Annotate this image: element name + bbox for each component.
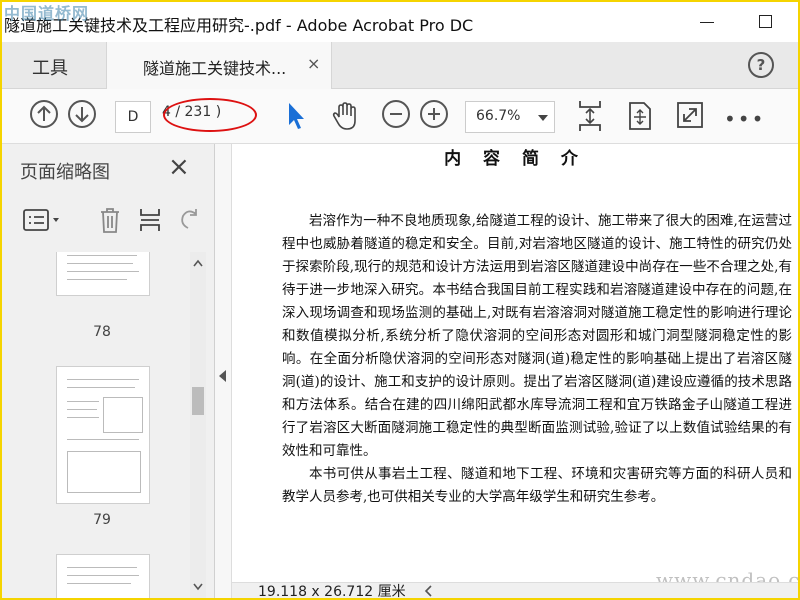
arrow-up-icon [37, 105, 51, 121]
document-body: 岩溶作为一种不良地质现象,给隧道工程的设计、施工带来了很大的困难,在运营过程中也… [282, 210, 792, 509]
tab-document-label: 隧道施工关键技术... [143, 59, 287, 78]
arrow-down-icon [75, 107, 89, 123]
toolbar: D 4 / 231 ) 66.7% ••• [2, 89, 798, 144]
options-menu-icon[interactable] [22, 208, 62, 234]
paragraph: 本书可供从事岩土工程、隧道和地下工程、环境和灾害研究等方面的科研人员和教学人员参… [282, 466, 792, 505]
fit-page-icon[interactable] [576, 99, 604, 133]
thumbnail-label: 79 [93, 512, 111, 528]
help-icon[interactable]: ? [748, 52, 774, 78]
tab-tools[interactable]: 工具 [2, 42, 106, 88]
tab-tools-label: 工具 [32, 58, 68, 79]
tab-bar: 工具 隧道施工关键技术... × ? [2, 42, 798, 89]
tab-document[interactable]: 隧道施工关键技术... × [106, 42, 332, 89]
thumbnail-list: 78 79 [2, 252, 190, 598]
thumbnail-toolbar [2, 196, 214, 246]
thumbnail-page[interactable] [56, 252, 150, 296]
document-view[interactable]: 内 容 简 介 岩溶作为一种不良地质现象,给隧道工程的设计、施工带来了很大的困难… [232, 144, 798, 598]
chevron-up-icon[interactable] [192, 258, 204, 268]
thumbnail-scrollbar[interactable] [190, 252, 206, 598]
tab-close-icon[interactable]: × [307, 54, 320, 73]
more-tools-icon[interactable]: ••• [724, 107, 765, 131]
thumbnail-page[interactable] [56, 366, 150, 504]
rotate-icon[interactable] [178, 206, 202, 234]
thumbnail-page[interactable] [56, 554, 150, 598]
minus-icon [390, 113, 402, 115]
status-bar: 19.118 x 26.712 厘米 [232, 582, 798, 598]
zoom-in-button[interactable] [420, 100, 448, 128]
scrollbar-thumb[interactable] [192, 387, 204, 415]
paragraph: 岩溶作为一种不良地质现象,给隧道工程的设计、施工带来了很大的困难,在运营过程中也… [282, 213, 792, 459]
chevron-down-icon [538, 115, 548, 121]
select-cursor-icon[interactable] [286, 101, 306, 131]
app-window: 隧道施工关键技术及工程应用研究-.pdf - Adobe Acrobat Pro… [2, 2, 798, 598]
hand-tool-icon[interactable] [330, 101, 360, 131]
thumbnail-pane-title: 页面缩略图 [20, 162, 110, 183]
page-number-input[interactable]: D [115, 101, 151, 133]
zoom-out-button[interactable] [382, 100, 410, 128]
plus-icon [428, 108, 440, 120]
scroll-mode-icon[interactable] [626, 101, 652, 131]
zoom-select[interactable]: 66.7% [465, 101, 555, 133]
chevron-left-icon[interactable] [424, 585, 434, 597]
chevron-down-icon[interactable] [192, 582, 204, 592]
maximize-button[interactable] [754, 10, 778, 34]
delete-icon[interactable] [98, 206, 122, 234]
title-bar: 隧道施工关键技术及工程应用研究-.pdf - Adobe Acrobat Pro… [2, 2, 798, 42]
close-pane-icon[interactable]: × [168, 152, 190, 182]
minimize-button[interactable] [696, 10, 720, 34]
insert-page-icon[interactable] [138, 206, 162, 234]
zoom-value: 66.7% [476, 108, 521, 124]
watermark-logo: 中国道桥网 [4, 4, 90, 23]
document-heading: 内 容 简 介 [444, 149, 586, 169]
full-screen-icon[interactable] [676, 101, 704, 129]
prev-page-button[interactable] [30, 100, 58, 128]
thumbnail-label: 78 [93, 324, 111, 340]
pane-collapse-handle[interactable] [215, 144, 232, 598]
next-page-button[interactable] [68, 100, 96, 128]
chevron-left-icon [219, 370, 226, 382]
annotation-ring [163, 98, 257, 132]
page-size-readout: 19.118 x 26.712 厘米 [258, 584, 406, 598]
thumbnail-pane: 页面缩略图 × 78 79 [2, 144, 215, 598]
